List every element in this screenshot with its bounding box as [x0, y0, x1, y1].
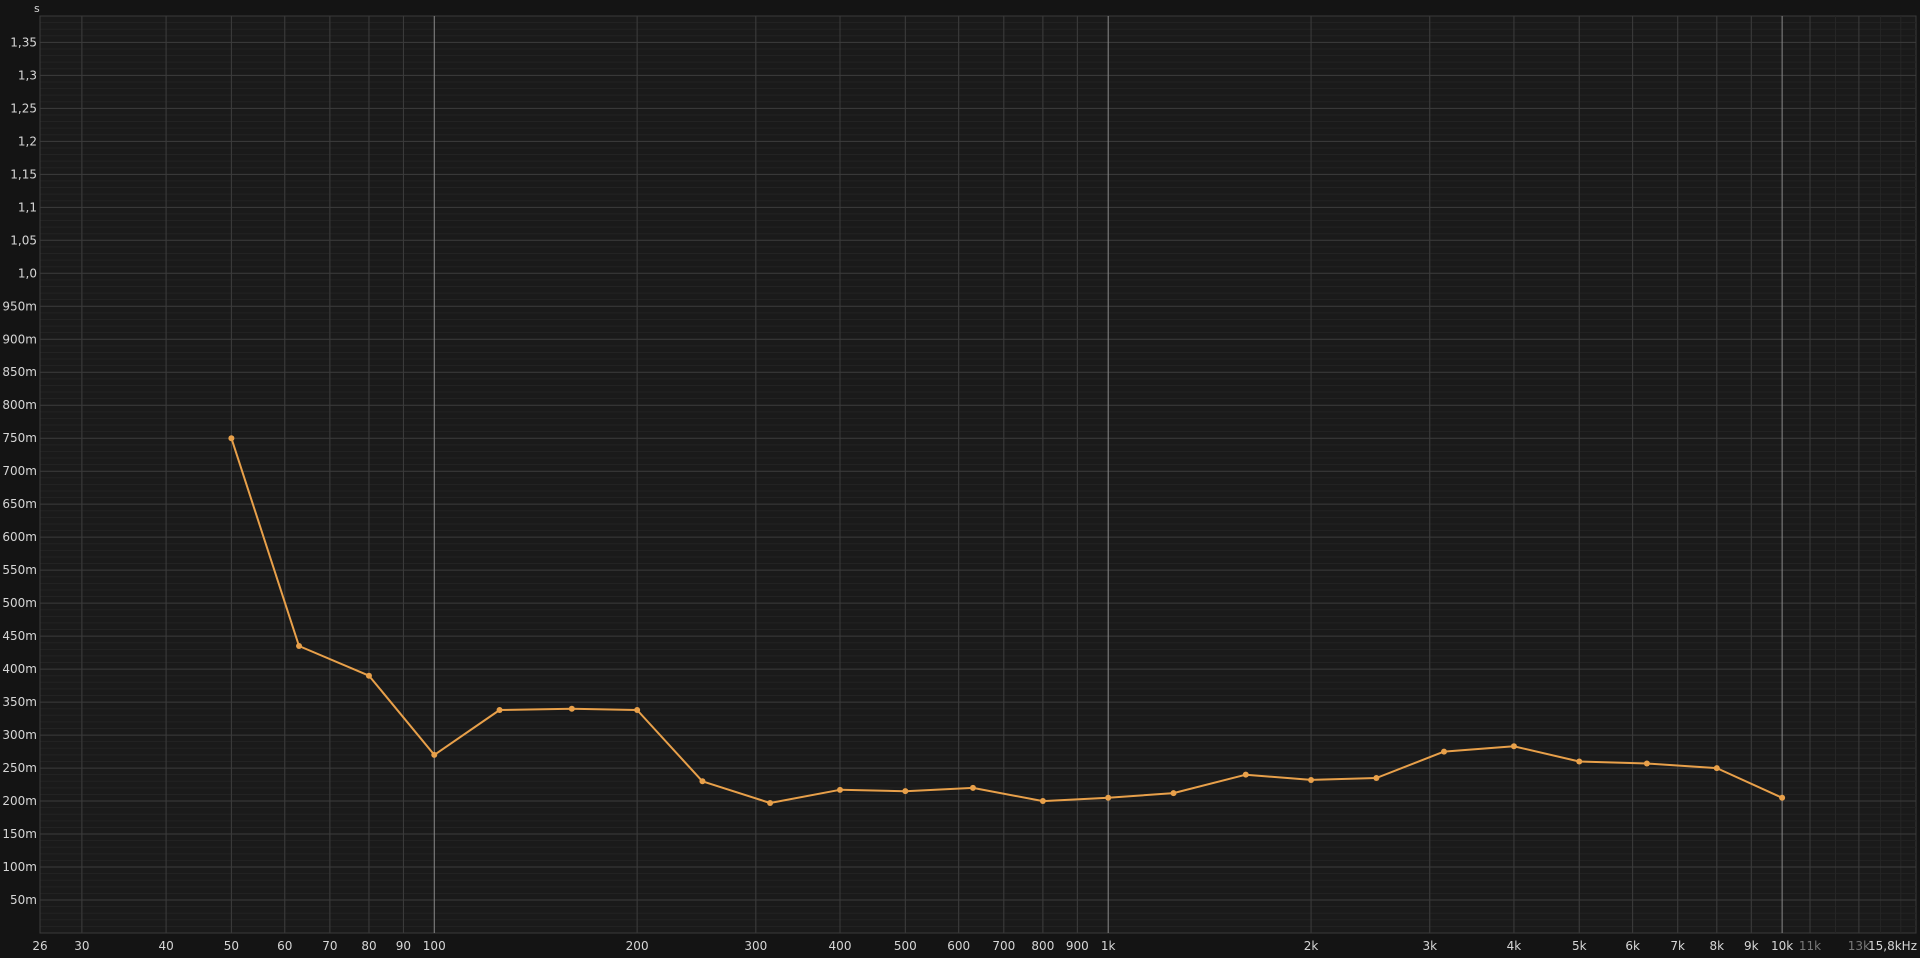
data-point [1510, 743, 1517, 750]
x-tick-label: 6k [1625, 939, 1640, 953]
x-axis-tick-labels: 26 30 40 50 60 70 80 90 100 200 300 400 500 600 700 800… [32, 939, 1870, 953]
x-tick-label: 600 [947, 939, 970, 953]
y-tick-label: 550m [2, 563, 37, 577]
x-tick-label: 70 [322, 939, 337, 953]
y-tick-label: 350m [2, 695, 37, 709]
data-point [1441, 748, 1448, 755]
x-tick-label: 100 [423, 939, 446, 953]
y-tick-label: 250m [2, 761, 37, 775]
data-point [1170, 790, 1177, 797]
data-point [228, 435, 235, 442]
data-point [1039, 798, 1046, 805]
y-tick-label: 200m [2, 794, 37, 808]
x-tick-label: 40 [158, 939, 173, 953]
y-tick-label: 50m [10, 893, 37, 907]
y-tick-label: 800m [2, 398, 37, 412]
y-tick-label: 1,1 [18, 200, 37, 214]
data-point [365, 672, 372, 679]
y-tick-label: 750m [2, 431, 37, 445]
y-tick-label: 1,25 [10, 101, 37, 115]
x-tick-label: 1k [1101, 939, 1116, 953]
x-tick-label: 8k [1710, 939, 1725, 953]
x-tick-label: 11k [1799, 939, 1821, 953]
y-tick-label: 1,05 [10, 233, 37, 247]
x-tick-label: 700 [992, 939, 1015, 953]
data-point [296, 643, 303, 650]
y-tick-label: 700m [2, 464, 37, 478]
y-tick-label: 600m [2, 530, 37, 544]
x-tick-label: 200 [626, 939, 649, 953]
y-tick-label: 400m [2, 662, 37, 676]
data-point [496, 707, 503, 714]
data-point [634, 707, 641, 714]
y-tick-label: 100m [2, 860, 37, 874]
x-tick-label: 10k [1771, 939, 1793, 953]
x-tick-label: 7k [1670, 939, 1685, 953]
data-point [431, 751, 438, 758]
rt60-chart: 50m 100m 150m 200m 250m 300m 350m 400m 450m 500m 5… [0, 0, 1920, 958]
y-tick-label: 1,15 [10, 167, 37, 181]
x-axis-unit-label: 15,8kHz [1868, 939, 1917, 953]
x-tick-label: 90 [396, 939, 411, 953]
y-tick-label: 650m [2, 497, 37, 511]
y-tick-label: 1,2 [18, 134, 37, 148]
data-point [1373, 774, 1380, 781]
data-point [1105, 794, 1112, 801]
x-tick-label: 26 [32, 939, 47, 953]
x-tick-label: 800 [1031, 939, 1054, 953]
data-point [969, 784, 976, 791]
x-tick-label: 13k [1848, 939, 1870, 953]
plot-area [39, 15, 1917, 934]
y-tick-label: 1,0 [18, 266, 37, 280]
y-axis-unit-label: s [34, 2, 40, 15]
x-tick-label: 5k [1572, 939, 1587, 953]
y-tick-label: 850m [2, 365, 37, 379]
y-tick-label: 300m [2, 728, 37, 742]
data-point [1308, 776, 1315, 783]
y-axis-tick-labels: 50m 100m 150m 200m 250m 300m 350m 400m 450m 500m 5… [2, 35, 37, 907]
y-tick-label: 150m [2, 827, 37, 841]
y-tick-label: 900m [2, 332, 37, 346]
x-tick-label: 300 [744, 939, 767, 953]
x-tick-label: 2k [1304, 939, 1319, 953]
y-tick-label: 1,35 [10, 35, 37, 49]
x-tick-label: 3k [1422, 939, 1437, 953]
chart-svg: 50m 100m 150m 200m 250m 300m 350m 400m 450m 500m 5… [2, 2, 1917, 953]
data-point [1643, 760, 1650, 767]
data-point [837, 786, 844, 793]
x-tick-label: 50 [224, 939, 239, 953]
y-tick-label: 500m [2, 596, 37, 610]
y-tick-label: 1,3 [18, 68, 37, 82]
x-tick-label: 60 [277, 939, 292, 953]
data-point [1779, 794, 1786, 801]
x-tick-label: 80 [361, 939, 376, 953]
data-point [568, 705, 575, 712]
data-point [1242, 771, 1249, 778]
y-tick-label: 450m [2, 629, 37, 643]
x-tick-label: 4k [1507, 939, 1522, 953]
data-point [767, 800, 774, 807]
x-tick-label: 500 [894, 939, 917, 953]
data-point [1713, 765, 1720, 772]
x-tick-label: 30 [74, 939, 89, 953]
data-point [699, 778, 706, 785]
data-point [1576, 758, 1583, 765]
y-tick-label: 950m [2, 299, 37, 313]
x-tick-label: 900 [1066, 939, 1089, 953]
data-point [902, 788, 909, 795]
x-tick-label: 9k [1744, 939, 1759, 953]
minor-gridlines [39, 15, 1917, 934]
x-tick-label: 400 [829, 939, 852, 953]
